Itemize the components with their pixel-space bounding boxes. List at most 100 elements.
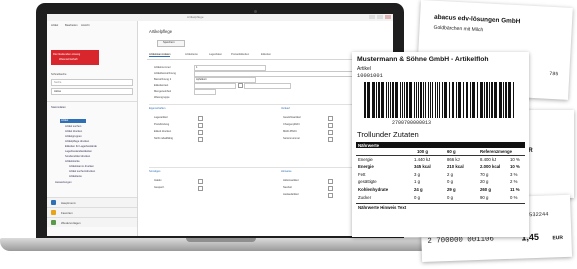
nav-hauptmenu[interactable]: Hauptmenü	[47, 197, 137, 207]
checkbox-bl1[interactable]	[198, 186, 203, 191]
barcode-bar	[448, 82, 451, 118]
nut-row3-d: 2 %	[510, 179, 518, 184]
artikelnummer-value: 1	[196, 66, 198, 69]
tree-item-6[interactable]: Lagerbestandsetiketten	[65, 150, 92, 153]
label-card-main: Mustermann & Söhne GmbH - Artikelfloh Ar…	[352, 52, 529, 237]
label-top-product: Goldbärchen mit Milch	[433, 24, 484, 34]
menu-item-bearbeiten[interactable]: Bearbeiten	[65, 24, 78, 27]
nutrition-header: Nährwerte	[358, 142, 380, 148]
tab-artikelstammdaten[interactable]: Artikelstammdaten	[149, 53, 171, 57]
checkbox-br0[interactable]	[328, 179, 333, 184]
barcode-bar	[480, 82, 483, 118]
tab-preise[interactable]: Preise/Etiketten	[231, 53, 249, 56]
etikett-checkbox[interactable]	[238, 83, 243, 88]
checkbox-l2[interactable]	[198, 130, 203, 135]
nut-row2-c: 70 g	[480, 172, 489, 177]
window-title: Artikelpflege	[187, 15, 204, 19]
nut-row1-c: 2.000 kcal	[480, 164, 501, 169]
tree-item-2[interactable]: Artikel drucken	[65, 130, 82, 133]
checkbox-l0[interactable]	[198, 116, 203, 121]
etikettentext-field[interactable]	[194, 83, 236, 89]
check-label-l1: Preisbindung	[154, 123, 170, 126]
webcam	[254, 10, 257, 13]
label-top-code: 785	[549, 70, 559, 78]
maximize-button[interactable]	[377, 15, 383, 19]
label-main-barcode-digits: 2700700000013	[392, 120, 432, 126]
checkbox-r0[interactable]	[328, 116, 333, 121]
checkbox-r1[interactable]	[328, 123, 333, 128]
checkbox-br1[interactable]	[328, 186, 333, 191]
section-eigenschaften: Eigenschaften	[149, 107, 166, 110]
barcode-bar	[385, 82, 387, 118]
nut-row1-d: 10 %	[510, 164, 520, 169]
check-label-r1: Chargenpflicht	[283, 123, 300, 126]
checkbox-r3[interactable]	[328, 137, 333, 142]
nut-row4-c: 260 g	[480, 187, 491, 192]
filter-select[interactable]: Aktive	[51, 88, 133, 95]
etikett-extra-field[interactable]	[244, 83, 291, 89]
tree-item-5[interactable]: Etiketten für Lagerbestände	[65, 145, 97, 148]
check-label-l0: Lagerartikel	[154, 116, 168, 119]
tab-etiketten[interactable]: Etiketten	[261, 53, 271, 56]
tree-item-11[interactable]: Artikeltexte	[69, 175, 82, 178]
nutrition-footer: Nährwerte Hinweis Text	[358, 205, 407, 210]
check-label-r0: Gewichtsartikel	[283, 116, 301, 119]
nut-row5-name: Zucker	[358, 195, 372, 200]
section-verkauf: Verkauf	[281, 107, 290, 110]
divider	[149, 167, 379, 168]
brand-logo: Die Neukunden-Lösung Warenwirtschaft	[51, 50, 99, 65]
bezeichnung-field[interactable]	[194, 71, 376, 77]
section-sonstiges: Sonstiges	[149, 170, 161, 173]
barcode-bar	[434, 82, 437, 118]
tree-item-stammdaten[interactable]: Stammdaten	[51, 106, 66, 109]
tree-item-7[interactable]: Sonderartikel drucken	[65, 155, 90, 158]
checkbox-r2[interactable]	[328, 130, 333, 135]
tree-item-9[interactable]: Artikelstamm drucken	[69, 165, 94, 168]
nut-row4-a: 24 g	[414, 187, 423, 192]
barcode-bar	[438, 82, 441, 118]
bezeichnung2-field[interactable]: Apfelkorn	[194, 77, 256, 83]
nav-wiedervorlagen[interactable]: Wiedervorlagen	[47, 217, 137, 227]
nut-row5-c: 90 g	[480, 195, 489, 200]
tree-item-1[interactable]: Artikel suchen	[65, 125, 81, 128]
laptop-notch	[186, 238, 256, 242]
calendar-icon	[51, 220, 56, 225]
sidebar: Artikel Bearbeiten Ansicht Die Neukunden…	[47, 21, 138, 236]
search-placeholder: Suche	[54, 80, 62, 84]
tree-item-12[interactable]: Auswertungen	[55, 181, 72, 184]
tree-item-4[interactable]: Artikelpflege drucken	[65, 140, 89, 143]
tree-item-3[interactable]: Artikelgruppen	[65, 135, 82, 138]
menu-item-ansicht[interactable]: Ansicht	[81, 24, 90, 27]
checkbox-l3[interactable]	[198, 137, 203, 142]
nav-wiedervorlagen-label: Wiedervorlagen	[61, 221, 81, 225]
brand-line1: Die Neukunden-Lösung	[53, 53, 81, 56]
barcode-bar	[364, 82, 366, 118]
divider	[356, 155, 525, 156]
mengeneinheit-field[interactable]	[194, 89, 216, 95]
tab-artikeltexte[interactable]: Artikeltexte	[185, 53, 198, 56]
tree-item-10[interactable]: Artikel suchen/drucken	[69, 170, 95, 173]
minimize-button[interactable]	[369, 15, 375, 19]
nutrition-col-100g: 100 g	[417, 149, 428, 154]
tree-item-8[interactable]: Artikelstücke	[65, 160, 80, 163]
menu-item-artikel[interactable]: Artikel	[51, 24, 58, 27]
barcode-bar	[488, 82, 490, 118]
nut-row1-name: Energie	[358, 164, 374, 169]
save-button[interactable]: Speichern	[157, 40, 185, 47]
label-bezeichnung: Artikelbezeichnung	[154, 72, 176, 75]
save-button-label: Speichern	[163, 41, 175, 44]
nut-row5-a: 0 g	[414, 195, 420, 200]
artikelnummer-field[interactable]: 1	[194, 65, 266, 71]
checkbox-bl0[interactable]	[198, 179, 203, 184]
checkbox-br2[interactable]	[328, 193, 333, 198]
check-label-br2: Auslaufartikel	[283, 193, 299, 196]
close-button[interactable]	[385, 15, 391, 19]
label-etikettentext: Etikettentext	[154, 84, 169, 87]
tree-item-artikel[interactable]: Artikel	[61, 119, 68, 122]
checkbox-l1[interactable]	[198, 123, 203, 128]
label-main-article-label: Artikel	[357, 66, 371, 72]
nav-favoriten[interactable]: Favoriten	[47, 207, 137, 217]
check-label-br1: Neuheit	[283, 186, 292, 189]
tab-lagerdaten[interactable]: Lagerdaten	[209, 53, 222, 56]
search-input[interactable]: Suche	[51, 79, 133, 86]
